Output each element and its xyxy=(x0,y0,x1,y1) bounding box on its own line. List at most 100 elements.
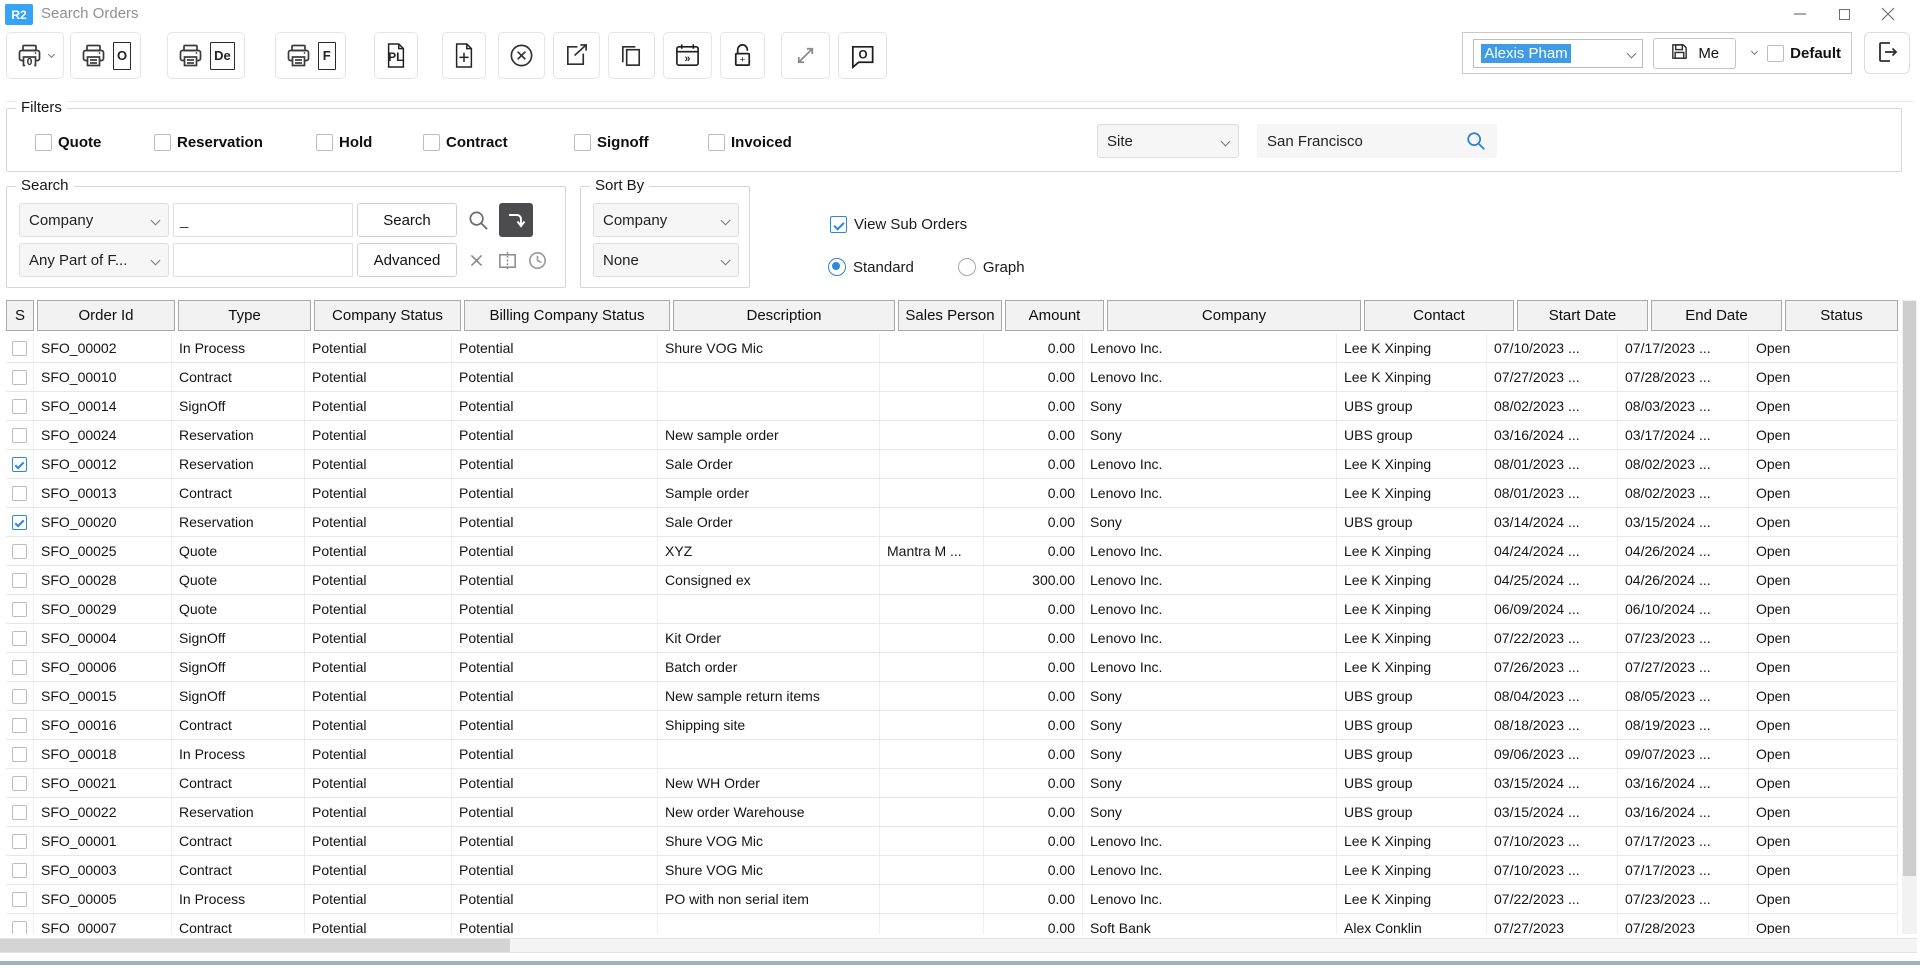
vertical-scrollbar[interactable] xyxy=(1902,300,1917,934)
table-row[interactable]: SFO_00010ContractPotentialPotential0.00L… xyxy=(6,363,1898,392)
pick-list-button[interactable]: PL xyxy=(374,32,418,79)
row-checkbox[interactable] xyxy=(12,631,27,646)
filter-checkbox-quote[interactable]: Quote xyxy=(35,134,101,151)
filter-checkbox-hold[interactable]: Hold xyxy=(316,134,372,151)
table-row[interactable]: SFO_00007ContractPotentialPotential0.00S… xyxy=(6,914,1898,934)
column-header-company-status[interactable]: Company Status xyxy=(314,300,461,331)
column-header-company[interactable]: Company xyxy=(1107,300,1361,331)
new-order-button[interactable] xyxy=(442,32,486,79)
search-match-select[interactable]: Any Part of F... xyxy=(19,243,169,277)
row-checkbox[interactable] xyxy=(12,863,27,878)
table-row[interactable]: SFO_00024ReservationPotentialPotentialNe… xyxy=(6,421,1898,450)
row-checkbox[interactable] xyxy=(12,892,27,907)
flip-layout-button[interactable] xyxy=(493,243,521,277)
table-row[interactable]: SFO_00025QuotePotentialPotentialXYZMantr… xyxy=(6,537,1898,566)
site-search-input[interactable]: San Francisco xyxy=(1257,124,1497,158)
table-row[interactable]: SFO_00005In ProcessPotentialPotentialPO … xyxy=(6,885,1898,914)
table-row[interactable]: SFO_00020ReservationPotentialPotentialSa… xyxy=(6,508,1898,537)
column-header-contact[interactable]: Contact xyxy=(1364,300,1514,331)
column-header-amount[interactable]: Amount xyxy=(1005,300,1104,331)
column-header-billing-company-status[interactable]: Billing Company Status xyxy=(464,300,670,331)
print-order-button[interactable]: O xyxy=(70,32,141,79)
lock-order-button[interactable]: + xyxy=(720,32,765,79)
table-row[interactable]: SFO_00016ContractPotentialPotentialShipp… xyxy=(6,711,1898,740)
duplicate-order-button[interactable] xyxy=(608,32,655,79)
me-dropdown-chevron-icon[interactable] xyxy=(1751,48,1758,55)
row-checkbox[interactable] xyxy=(12,689,27,704)
cancel-order-button[interactable] xyxy=(498,32,545,79)
user-select[interactable]: Alexis Pham xyxy=(1473,39,1643,68)
table-row[interactable]: SFO_00006SignOffPotentialPotentialBatch … xyxy=(6,653,1898,682)
filter-checkbox-invoiced[interactable]: Invoiced xyxy=(708,134,792,151)
column-header-type[interactable]: Type xyxy=(178,300,311,331)
column-header-start-date[interactable]: Start Date xyxy=(1517,300,1648,331)
table-row[interactable]: SFO_00003ContractPotentialPotentialShure… xyxy=(6,856,1898,885)
open-order-button[interactable] xyxy=(553,32,600,79)
column-header-s[interactable]: S xyxy=(6,300,34,331)
column-header-end-date[interactable]: End Date xyxy=(1651,300,1782,331)
search-query-input[interactable]: _ xyxy=(173,203,353,237)
chevron-down-icon[interactable] xyxy=(48,50,55,57)
table-row[interactable]: SFO_00029QuotePotentialPotential0.00Leno… xyxy=(6,595,1898,624)
sort-primary-select[interactable]: Company xyxy=(593,203,739,237)
row-checkbox[interactable] xyxy=(12,457,27,472)
graph-mode-radio[interactable]: Graph xyxy=(958,258,1025,276)
clear-search-button[interactable] xyxy=(463,243,489,277)
table-row[interactable]: SFO_00002In ProcessPotentialPotentialShu… xyxy=(6,334,1898,363)
extend-order-button[interactable]: » xyxy=(663,32,712,79)
table-row[interactable]: SFO_00018In ProcessPotentialPotential0.0… xyxy=(6,740,1898,769)
print-delivery-button[interactable]: De xyxy=(167,32,245,79)
column-header-order-id[interactable]: Order Id xyxy=(37,300,175,331)
view-sub-orders-checkbox[interactable] xyxy=(830,216,847,233)
horizontal-scrollbar[interactable] xyxy=(0,938,1917,953)
history-button[interactable] xyxy=(523,243,551,277)
default-checkbox[interactable] xyxy=(1767,45,1784,62)
row-checkbox[interactable] xyxy=(12,486,27,501)
row-checkbox[interactable] xyxy=(12,573,27,588)
table-row[interactable]: SFO_00004SignOffPotentialPotentialKit Or… xyxy=(6,624,1898,653)
order-comments-button[interactable]: O xyxy=(838,32,887,79)
filter-checkbox-contract[interactable]: Contract xyxy=(423,134,508,151)
row-checkbox[interactable] xyxy=(12,921,27,935)
row-checkbox[interactable] xyxy=(12,341,27,356)
row-checkbox[interactable] xyxy=(12,805,27,820)
row-checkbox[interactable] xyxy=(12,747,27,762)
table-row[interactable]: SFO_00001ContractPotentialPotentialShure… xyxy=(6,827,1898,856)
close-button[interactable] xyxy=(1866,0,1910,28)
default-option[interactable]: Default xyxy=(1767,45,1841,62)
advanced-button[interactable]: Advanced xyxy=(357,243,457,277)
table-row[interactable]: SFO_00015SignOffPotentialPotentialNew sa… xyxy=(6,682,1898,711)
column-header-sales-person[interactable]: Sales Person xyxy=(898,300,1002,331)
search-field-select[interactable]: Company xyxy=(19,203,169,237)
table-row[interactable]: SFO_00012ReservationPotentialPotentialSa… xyxy=(6,450,1898,479)
row-checkbox[interactable] xyxy=(12,834,27,849)
search-button[interactable]: Search xyxy=(357,203,457,237)
search-magnifier-icon[interactable] xyxy=(1465,130,1487,152)
view-sub-orders-option[interactable]: View Sub Orders xyxy=(830,216,967,233)
sort-secondary-select[interactable]: None xyxy=(593,243,739,277)
row-checkbox[interactable] xyxy=(12,776,27,791)
row-checkbox[interactable] xyxy=(12,602,27,617)
column-header-status[interactable]: Status xyxy=(1785,300,1898,331)
horizontal-scrollbar-thumb[interactable] xyxy=(0,939,510,952)
row-checkbox[interactable] xyxy=(12,718,27,733)
row-checkbox[interactable] xyxy=(12,370,27,385)
vertical-scrollbar-thumb[interactable] xyxy=(1903,301,1916,876)
me-button[interactable]: Me xyxy=(1653,38,1736,69)
site-select[interactable]: Site xyxy=(1097,124,1239,158)
table-row[interactable]: SFO_00028QuotePotentialPotentialConsigne… xyxy=(6,566,1898,595)
row-checkbox[interactable] xyxy=(12,544,27,559)
minimize-button[interactable] xyxy=(1778,0,1822,28)
print-default-button[interactable]: 0 xyxy=(6,32,64,79)
expand-view-button[interactable] xyxy=(781,32,830,79)
row-checkbox[interactable] xyxy=(12,399,27,414)
row-checkbox[interactable] xyxy=(12,428,27,443)
table-row[interactable]: SFO_00021ContractPotentialPotentialNew W… xyxy=(6,769,1898,798)
filter-checkbox-signoff[interactable]: Signoff xyxy=(574,134,649,151)
magnifier-button[interactable] xyxy=(463,203,493,237)
row-checkbox[interactable] xyxy=(12,515,27,530)
standard-mode-radio[interactable]: Standard xyxy=(828,258,914,276)
column-header-description[interactable]: Description xyxy=(673,300,895,331)
filter-checkbox-reservation[interactable]: Reservation xyxy=(154,134,263,151)
logout-button[interactable] xyxy=(1864,32,1910,74)
